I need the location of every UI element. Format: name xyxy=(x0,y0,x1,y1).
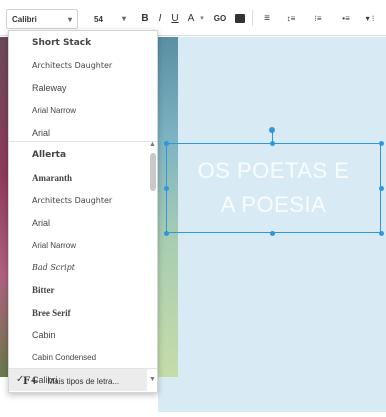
font-option-label: Architects Daughter xyxy=(32,61,113,70)
font-option-label: Cabin xyxy=(32,330,56,340)
comment-icon xyxy=(235,13,245,23)
font-family-select[interactable]: Calibri ▾ xyxy=(6,9,78,29)
font-option[interactable]: Allerta xyxy=(9,144,147,166)
link-button[interactable]: GO xyxy=(210,9,230,27)
menu-scrollbar-thumb[interactable] xyxy=(150,153,156,191)
underline-button[interactable]: U xyxy=(168,9,182,27)
font-option[interactable]: Short Stack xyxy=(9,32,147,54)
font-option-label: Bitter xyxy=(32,285,55,295)
rotate-handle[interactable] xyxy=(269,127,275,133)
font-option-label: Bad Script xyxy=(32,263,75,272)
chevron-down-icon: ▾ xyxy=(121,14,126,23)
font-option-label: Architects Daughter xyxy=(32,195,113,205)
text-color-button[interactable]: A xyxy=(184,9,198,27)
title-line-2: A POESIA xyxy=(220,192,327,217)
title-textbox[interactable]: OS POETAS E A POESIA xyxy=(166,143,381,233)
font-option[interactable]: Architects Daughter xyxy=(9,189,147,211)
font-option[interactable]: Bree Serif xyxy=(9,302,147,324)
chevron-down-icon: ▾ xyxy=(67,15,72,24)
font-option[interactable]: Architects Daughter xyxy=(9,55,147,77)
resize-handle[interactable] xyxy=(164,231,169,236)
bulleted-list-button[interactable]: •≡ xyxy=(334,9,358,27)
font-family-value: Calibri xyxy=(12,14,37,24)
numbered-list-button[interactable]: ⁝≡ xyxy=(306,9,330,27)
resize-handle[interactable] xyxy=(270,231,275,236)
font-option-label: Bree Serif xyxy=(32,307,71,318)
align-button[interactable]: ≡ xyxy=(256,9,278,27)
menu-divider xyxy=(9,141,157,142)
toolbar-divider xyxy=(252,10,253,26)
more-fonts-label: Mais tipos de letra... xyxy=(47,376,120,386)
resize-handle[interactable] xyxy=(270,141,275,146)
font-option-label: Raleway xyxy=(32,83,67,93)
font-size-value: 54 xyxy=(94,14,103,24)
resize-handle[interactable] xyxy=(164,141,169,146)
font-option-label: Allerta xyxy=(32,150,67,160)
font-option[interactable]: Amaranth xyxy=(9,167,147,189)
font-option[interactable]: Bad Script xyxy=(9,257,147,279)
font-option-label: Cabin Condensed xyxy=(32,353,97,362)
line-spacing-button[interactable]: ↕≡ xyxy=(280,9,302,27)
font-option-label: Arial xyxy=(32,217,51,228)
italic-button[interactable]: I xyxy=(154,9,166,27)
background-image xyxy=(0,37,8,377)
font-family-menu: Short Stack Architects Daughter Raleway Ari… xyxy=(8,30,158,393)
title-line-1: OS POETAS E xyxy=(197,158,350,183)
resize-handle[interactable] xyxy=(379,231,384,236)
font-option[interactable]: Raleway xyxy=(9,77,147,99)
resize-handle[interactable] xyxy=(379,186,384,191)
font-option[interactable]: Arial xyxy=(9,212,147,234)
more-fonts-item[interactable]: F+ Mais tipos de letra... xyxy=(9,369,157,392)
font-size-select[interactable]: 54 ▾ xyxy=(90,9,130,29)
font-option[interactable]: Arial Narrow xyxy=(9,100,147,122)
resize-handle[interactable] xyxy=(164,186,169,191)
font-option[interactable]: Cabin xyxy=(9,324,147,346)
scroll-up-icon[interactable]: ▲ xyxy=(149,141,156,148)
resize-handle[interactable] xyxy=(379,141,384,146)
font-option-label: Amaranth xyxy=(32,172,72,183)
font-option-label: Short Stack xyxy=(32,38,92,48)
comment-button[interactable] xyxy=(233,9,247,27)
add-font-icon: F+ xyxy=(23,375,39,387)
font-option[interactable]: Bitter xyxy=(9,279,147,301)
font-option-label: Arial xyxy=(32,128,51,138)
font-option[interactable]: Arial Narrow xyxy=(9,234,147,256)
chevron-down-icon[interactable]: ▾ ⁝ xyxy=(360,9,380,27)
font-option-label: Arial Narrow xyxy=(32,240,77,250)
font-option[interactable]: Cabin Condensed xyxy=(9,347,147,369)
chevron-down-icon[interactable]: ▾ xyxy=(198,9,206,27)
font-option-label: Arial Narrow xyxy=(32,106,77,115)
bold-button[interactable]: B xyxy=(138,9,152,27)
